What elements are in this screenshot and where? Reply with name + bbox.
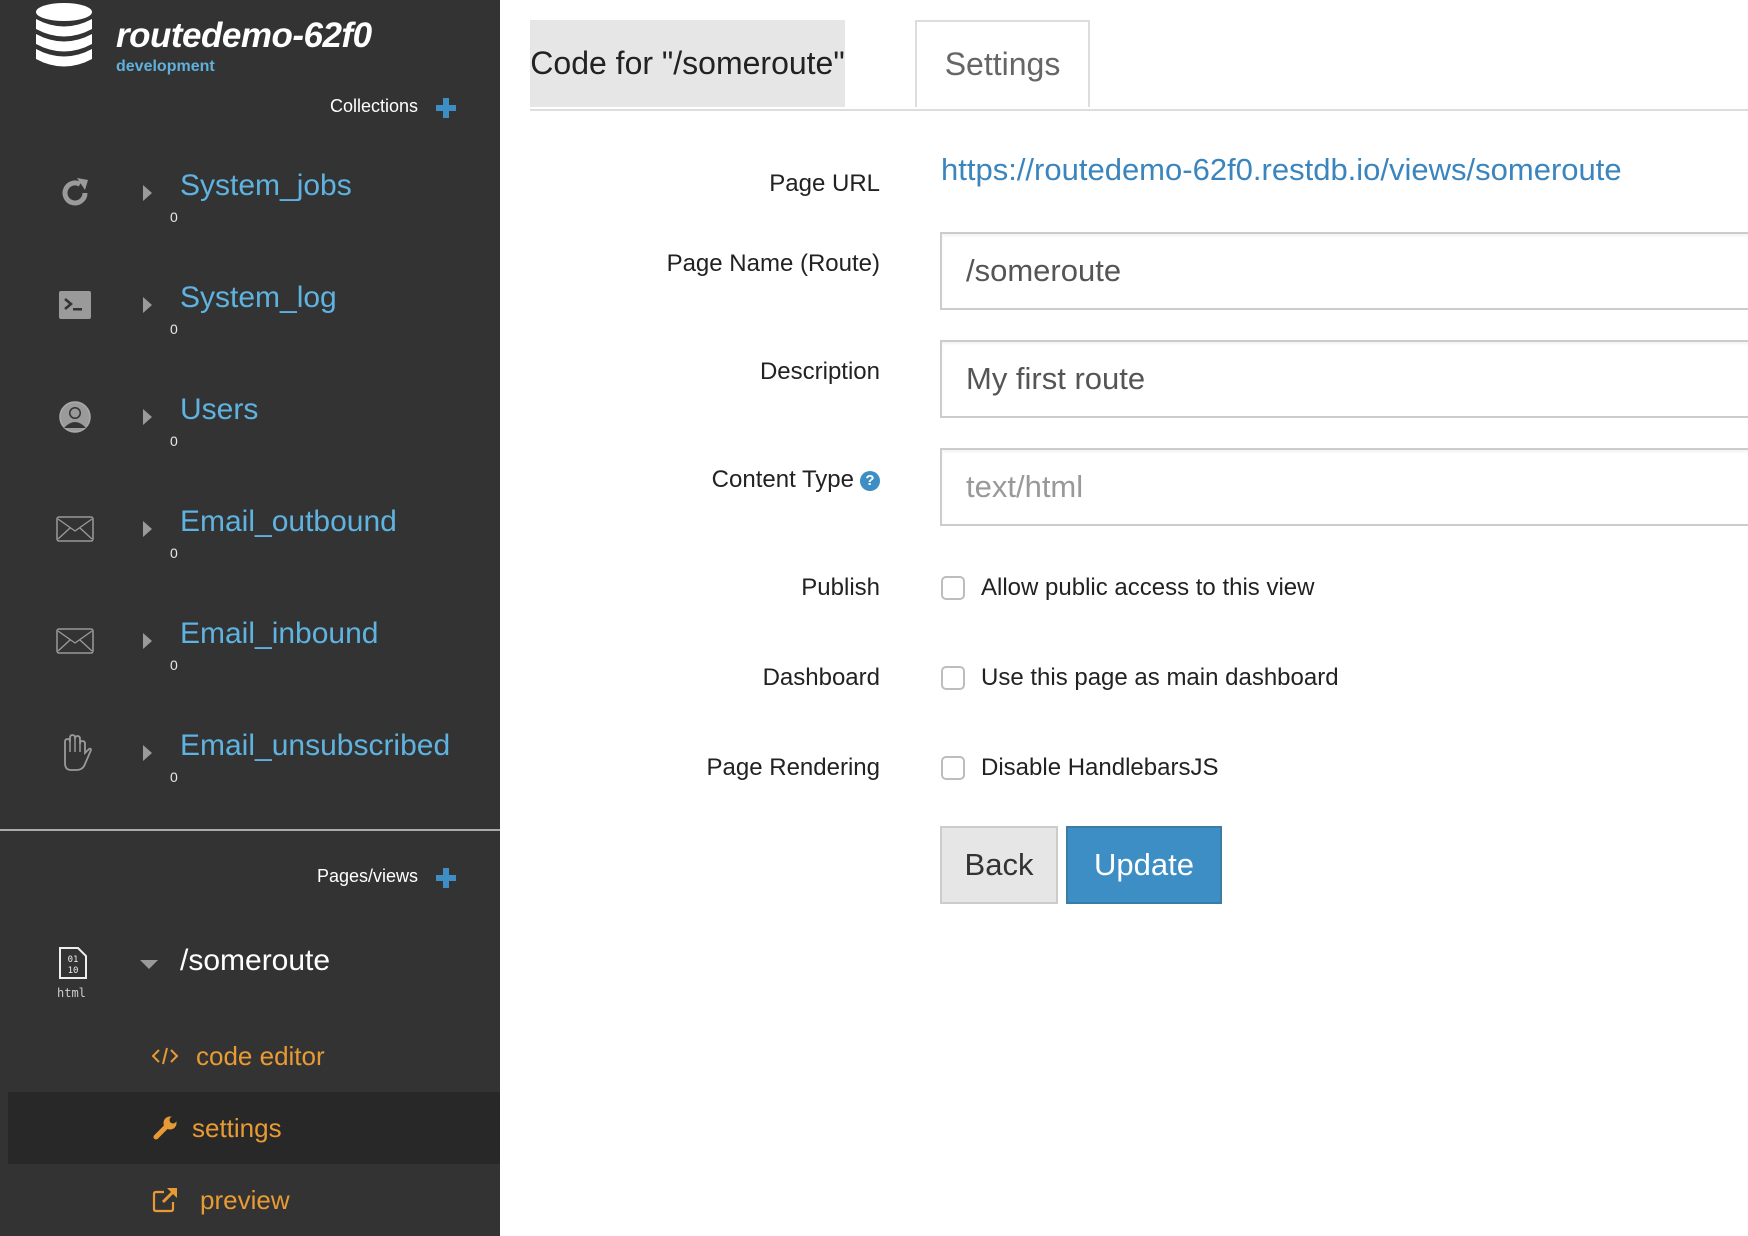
collection-item-system-jobs[interactable]: System_jobs 0 [0, 169, 500, 273]
sidebar-item-settings[interactable]: settings [8, 1092, 500, 1164]
content-type-label: Content Type? [712, 466, 880, 494]
collection-name[interactable]: Users [180, 393, 258, 427]
svg-text:10: 10 [68, 966, 79, 976]
disable-handlebars-checkbox[interactable] [941, 756, 965, 780]
expand-arrow-icon[interactable] [143, 521, 152, 537]
tab-settings[interactable]: Settings [915, 20, 1090, 107]
page-name-input[interactable] [940, 232, 1748, 310]
sidebar-item-code-editor[interactable]: code editor [8, 1020, 500, 1092]
html-file-icon: 01 10 [59, 947, 87, 979]
collection-item-system-log[interactable]: System_log 0 [0, 281, 500, 385]
sub-item-label: code editor [196, 1040, 325, 1071]
tab-bar-underline [530, 109, 1748, 111]
collection-count: 0 [170, 657, 178, 673]
expand-arrow-icon[interactable] [143, 297, 152, 313]
description-input[interactable] [940, 340, 1748, 418]
collections-heading: Collections [329, 96, 418, 116]
wrench-icon [150, 1113, 180, 1143]
collapse-arrow-icon[interactable] [140, 960, 158, 969]
svg-text:01: 01 [68, 955, 79, 965]
collection-name[interactable]: Email_unsubscribed [180, 729, 450, 763]
publish-label: Publish [801, 574, 880, 601]
collection-name[interactable]: System_jobs [180, 169, 352, 203]
collection-count: 0 [170, 209, 178, 225]
page-rendering-label: Page Rendering [706, 754, 880, 781]
hand-icon [54, 733, 96, 773]
page-type-label: html [57, 986, 86, 1000]
collection-name[interactable]: Email_outbound [180, 505, 397, 539]
refresh-icon [54, 173, 96, 213]
app-environment: development [116, 58, 215, 75]
collection-count: 0 [170, 433, 178, 449]
description-label: Description [759, 358, 880, 385]
publish-checkbox-text[interactable]: Allow public access to this view [981, 574, 1314, 602]
app-title: routedemo-62f0 [116, 16, 372, 55]
collection-item-users[interactable]: Users 0 [0, 393, 500, 497]
page-name-label: Page Name (Route) [666, 250, 880, 277]
expand-arrow-icon[interactable] [143, 409, 152, 425]
help-icon[interactable]: ? [860, 471, 880, 491]
dashboard-label: Dashboard [762, 664, 880, 691]
content-type-label-text: Content Type [711, 466, 854, 493]
pages-heading: Pages/views [316, 866, 418, 886]
user-icon [54, 397, 96, 437]
sidebar-item-preview[interactable]: preview [8, 1164, 500, 1236]
page-url-link[interactable]: https://routedemo-62f0.restdb.io/views/s… [941, 152, 1622, 188]
external-link-icon [150, 1185, 180, 1215]
collection-name[interactable]: System_log [180, 281, 337, 315]
sub-item-label: preview [200, 1184, 290, 1215]
collection-count: 0 [170, 545, 178, 561]
envelope-icon [54, 621, 96, 661]
content-type-input[interactable] [940, 448, 1748, 526]
collection-count: 0 [170, 769, 178, 785]
collection-item-email-unsubscribed[interactable]: Email_unsubscribed 0 [0, 729, 500, 833]
add-page-plus-icon[interactable] [436, 868, 456, 888]
sidebar-divider [0, 829, 500, 831]
sidebar: routedemo-62f0 development Collections S… [0, 0, 500, 1236]
tab-code[interactable]: Code for "/someroute" [530, 20, 845, 107]
update-button[interactable]: Update [1066, 826, 1222, 904]
page-name[interactable]: /someroute [180, 944, 330, 978]
collection-name[interactable]: Email_inbound [180, 617, 378, 651]
page-item-someroute[interactable]: 01 10 html /someroute [0, 940, 500, 1010]
expand-arrow-icon[interactable] [143, 185, 152, 201]
back-button[interactable]: Back [940, 826, 1058, 904]
terminal-icon [54, 285, 96, 325]
page-url-label: Page URL [769, 170, 880, 197]
dashboard-checkbox[interactable] [941, 666, 965, 690]
disable-handlebars-checkbox-text[interactable]: Disable HandlebarsJS [981, 754, 1218, 782]
expand-arrow-icon[interactable] [143, 633, 152, 649]
envelope-icon [54, 509, 96, 549]
collection-item-email-inbound[interactable]: Email_inbound 0 [0, 617, 500, 721]
collection-count: 0 [170, 321, 178, 337]
database-logo-icon [36, 3, 92, 67]
add-collection-plus-icon[interactable] [436, 98, 456, 118]
expand-arrow-icon[interactable] [143, 745, 152, 761]
sub-item-label: settings [192, 1112, 282, 1143]
collection-item-email-outbound[interactable]: Email_outbound 0 [0, 505, 500, 609]
publish-checkbox[interactable] [941, 576, 965, 600]
dashboard-checkbox-text[interactable]: Use this page as main dashboard [981, 664, 1339, 692]
code-icon [150, 1041, 180, 1071]
